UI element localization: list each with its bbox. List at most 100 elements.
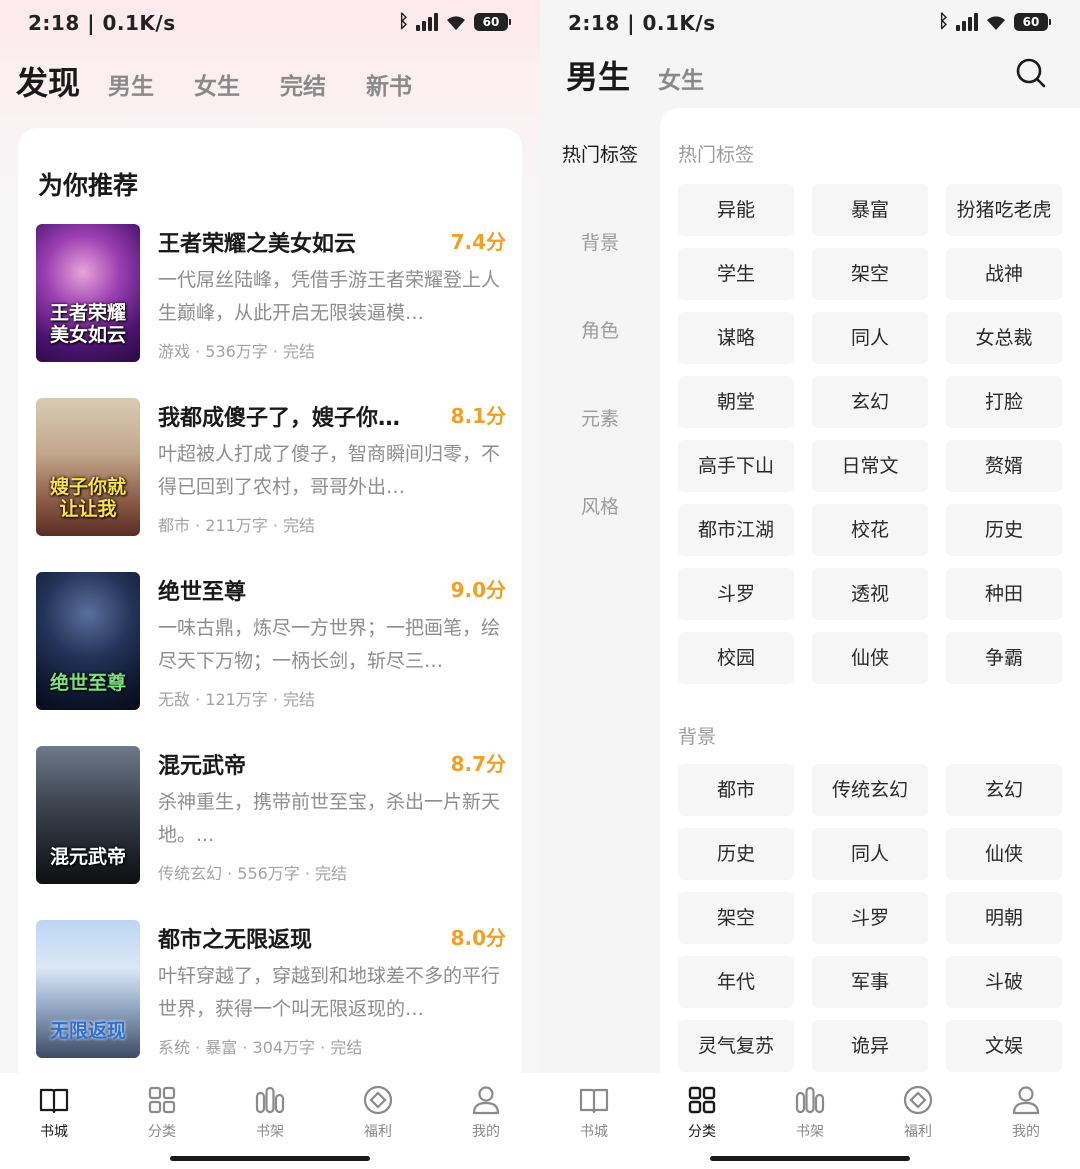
book-description: 一代屌丝陆峰，凭借手游王者荣耀登上人生巅峰，从此开启无限装逼模…: [158, 269, 501, 324]
bluetooth-icon: ᛒ: [398, 11, 409, 32]
tag-chip[interactable]: 仙侠: [812, 632, 928, 684]
tag-chip[interactable]: 战神: [946, 248, 1062, 300]
tag-chip[interactable]: 同人: [812, 828, 928, 880]
tag-chip[interactable]: 学生: [678, 248, 794, 300]
home-indicator[interactable]: [710, 1156, 910, 1161]
grid-icon: [688, 1086, 716, 1114]
tag-chip[interactable]: 种田: [946, 568, 1062, 620]
tag-chip[interactable]: 仙侠: [946, 828, 1062, 880]
tag-chip[interactable]: 斗罗: [678, 568, 794, 620]
tag-chip[interactable]: 斗罗: [812, 892, 928, 944]
book-cover: 绝世至尊: [36, 572, 140, 710]
tag-chip[interactable]: 女总裁: [946, 312, 1062, 364]
tag-chip[interactable]: 玄幻: [812, 376, 928, 428]
tab-male[interactable]: 男生: [108, 67, 154, 101]
nav-bookstore[interactable]: 书城: [554, 1083, 634, 1141]
tag-chip[interactable]: 文娱: [946, 1020, 1062, 1072]
tag-chip[interactable]: 赘婿: [946, 440, 1062, 492]
tag-chip[interactable]: 校园: [678, 632, 794, 684]
book-description: 叶轩穿越了，穿越到和地球差不多的平行世界，获得一个叫无限返现的…: [158, 965, 501, 1020]
book-title: 我都成傻子了，嫂子你…: [158, 406, 401, 431]
home-indicator[interactable]: [170, 1156, 370, 1161]
book-cover: 无限返现: [36, 920, 140, 1058]
tag-chip[interactable]: 历史: [946, 504, 1062, 556]
tag-chip[interactable]: 扮猪吃老虎: [946, 184, 1062, 236]
tab-female[interactable]: 女生: [658, 61, 704, 95]
tag-chip[interactable]: 高手下山: [678, 440, 794, 492]
nav-bookshelf[interactable]: 书架: [230, 1083, 310, 1141]
status-time: 2:18 | 0.1K/s: [568, 11, 716, 35]
profile-icon: [472, 1086, 500, 1115]
nav-category[interactable]: 分类: [662, 1083, 742, 1141]
nav-bookstore[interactable]: 书城: [14, 1083, 94, 1141]
cover-title: 绝世至尊: [49, 672, 126, 694]
tab-discover[interactable]: 发现: [16, 58, 80, 104]
tab-male[interactable]: 男生: [566, 52, 630, 98]
tag-chip[interactable]: 斗破: [946, 956, 1062, 1008]
search-icon[interactable]: [1014, 56, 1048, 90]
side-category-element[interactable]: 元素: [540, 404, 660, 431]
tab-finished[interactable]: 完结: [280, 67, 326, 101]
book-icon: [579, 1088, 609, 1114]
tag-chip[interactable]: 异能: [678, 184, 794, 236]
tag-chip[interactable]: 都市江湖: [678, 504, 794, 556]
book-cover: 混元武帝: [36, 746, 140, 884]
side-category-style[interactable]: 风格: [540, 492, 660, 519]
status-time: 2:18 | 0.1K/s: [28, 11, 176, 35]
signal-icon: [956, 13, 978, 31]
tag-chip[interactable]: 都市: [678, 764, 794, 816]
side-category-hot[interactable]: 热门标签: [540, 140, 660, 167]
book-title: 混元武帝: [158, 754, 247, 779]
side-category-background[interactable]: 背景: [540, 228, 660, 255]
book-title: 绝世至尊: [158, 580, 247, 605]
tag-chip[interactable]: 军事: [812, 956, 928, 1008]
nav-category[interactable]: 分类: [122, 1083, 202, 1141]
cover-title: 混元武帝: [49, 846, 126, 868]
tag-chip[interactable]: 年代: [678, 956, 794, 1008]
tag-chip[interactable]: 诡异: [812, 1020, 928, 1072]
tag-chip[interactable]: 朝堂: [678, 376, 794, 428]
tag-chip[interactable]: 透视: [812, 568, 928, 620]
nav-profile[interactable]: 我的: [446, 1083, 526, 1141]
nav-label: 分类: [688, 1124, 716, 1140]
book-item[interactable]: 绝世至尊 绝世至尊 9.0分 一味古鼎，炼尽一方世界；一把画笔，绘尽天下万物；一…: [36, 572, 506, 712]
tag-chip[interactable]: 架空: [678, 892, 794, 944]
book-item[interactable]: 混元武帝 混元武帝 8.7分 杀神重生，携带前世至宝，杀出一片新天地。... 传…: [36, 746, 506, 886]
cover-title: 王者荣耀美女如云: [49, 302, 126, 346]
signal-icon: [416, 13, 438, 31]
tag-chip[interactable]: 灵气复苏: [678, 1020, 794, 1072]
tag-chip[interactable]: 日常文: [812, 440, 928, 492]
book-meta: 都市 · 211万字 · 完结: [158, 516, 316, 535]
recommendation-card: 为你推荐 王者荣耀美女如云 王者荣耀之美女如云 7.4分 一代屌丝陆峰，凭借手游…: [18, 128, 522, 1088]
nav-bookshelf[interactable]: 书架: [770, 1083, 850, 1141]
book-score: 8.7分: [450, 752, 506, 776]
nav-welfare[interactable]: 福利: [878, 1083, 958, 1141]
tab-new[interactable]: 新书: [366, 67, 412, 101]
tag-chip[interactable]: 传统玄幻: [812, 764, 928, 816]
nav-label: 书架: [256, 1124, 284, 1140]
tag-chip[interactable]: 明朝: [946, 892, 1062, 944]
nav-profile[interactable]: 我的: [986, 1083, 1066, 1141]
tag-chip[interactable]: 打脸: [946, 376, 1062, 428]
tag-chip[interactable]: 暴富: [812, 184, 928, 236]
cover-title: 嫂子你就让让我: [49, 476, 126, 520]
tag-chip[interactable]: 同人: [812, 312, 928, 364]
tag-chip[interactable]: 玄幻: [946, 764, 1062, 816]
nav-label: 书城: [40, 1124, 68, 1140]
book-item[interactable]: 嫂子你就让让我 我都成傻子了，嫂子你… 8.1分 叶超被人打成了傻子，智商瞬间归…: [36, 398, 506, 538]
status-bar: 2:18 | 0.1K/s ᛒ 60: [540, 0, 1080, 46]
nav-label: 分类: [148, 1124, 176, 1140]
book-meta: 无敌 · 121万字 · 完结: [158, 690, 316, 709]
tab-female[interactable]: 女生: [194, 67, 240, 101]
book-item[interactable]: 无限返现 都市之无限返现 8.0分 叶轩穿越了，穿越到和地球差不多的平行世界，获…: [36, 920, 506, 1060]
book-item[interactable]: 王者荣耀美女如云 王者荣耀之美女如云 7.4分 一代屌丝陆峰，凭借手游王者荣耀登…: [36, 224, 506, 364]
nav-welfare[interactable]: 福利: [338, 1083, 418, 1141]
tag-chip[interactable]: 架空: [812, 248, 928, 300]
book-icon: [39, 1088, 69, 1114]
book-title: 都市之无限返现: [158, 928, 313, 953]
side-category-role[interactable]: 角色: [540, 316, 660, 343]
tag-chip[interactable]: 谋略: [678, 312, 794, 364]
tag-chip[interactable]: 校花: [812, 504, 928, 556]
tag-chip[interactable]: 争霸: [946, 632, 1062, 684]
tag-chip[interactable]: 历史: [678, 828, 794, 880]
